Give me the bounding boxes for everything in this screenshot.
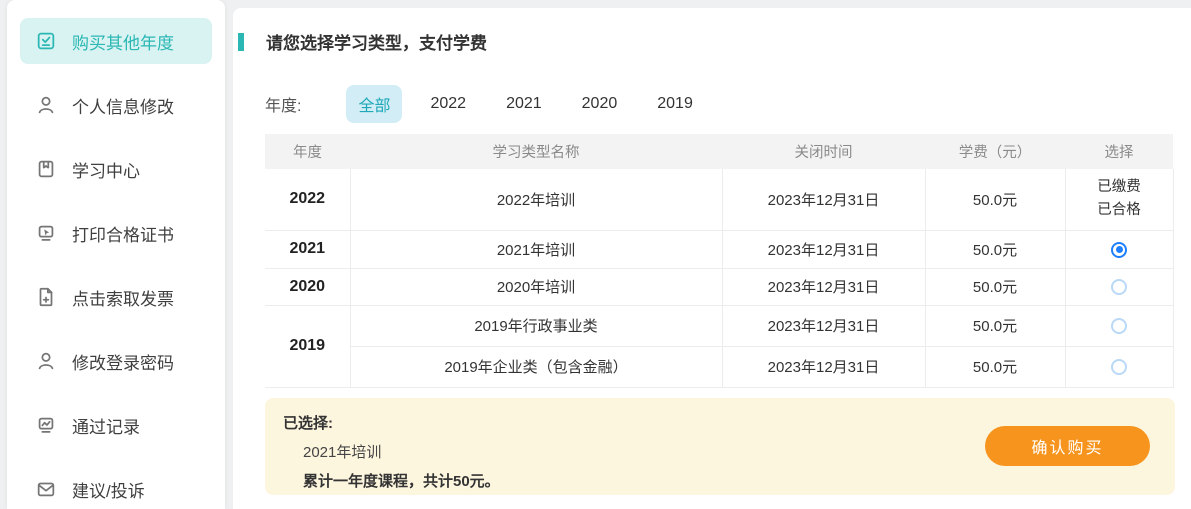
year-filter-option-2020[interactable]: 2020 xyxy=(582,95,618,113)
sidebar-item-change-password[interactable]: 修改登录密码 xyxy=(20,338,212,384)
close-time-cell: 2023年12月31日 xyxy=(722,230,925,268)
book-icon xyxy=(35,158,57,180)
course-name-cell: 2020年培训 xyxy=(350,268,722,305)
sidebar-item-learning-center[interactable]: 学习中心 xyxy=(20,146,212,192)
monitor-chart-icon xyxy=(35,414,57,436)
table-row-2019-enterprise: 2019年企业类（包含金融） 2023年12月31日 50.0元 xyxy=(265,346,1173,387)
sidebar-item-label: 购买其他年度 xyxy=(72,29,174,54)
year-cell: 2022 xyxy=(265,169,350,230)
user-icon xyxy=(35,350,57,372)
year-cell: 2021 xyxy=(265,230,350,268)
close-time-cell: 2023年12月31日 xyxy=(722,169,925,230)
status-paid-text: 已缴费 xyxy=(1067,176,1172,199)
status-cell: 已缴费 已合格 xyxy=(1065,169,1173,230)
year-cell: 2019 xyxy=(265,305,350,387)
monitor-cursor-icon xyxy=(35,222,57,244)
table-row-2019-admin: 2019 2019年行政事业类 2023年12月31日 50.0元 xyxy=(265,305,1173,346)
year-filter-option-2022[interactable]: 2022 xyxy=(430,95,466,113)
envelope-icon xyxy=(35,478,57,500)
select-cell xyxy=(1065,230,1173,268)
sidebar-item-pass-records[interactable]: 通过记录 xyxy=(20,402,212,448)
fee-cell: 50.0元 xyxy=(925,305,1065,346)
sidebar-item-personal-info[interactable]: 个人信息修改 xyxy=(20,82,212,128)
sidebar-item-label: 学习中心 xyxy=(72,157,140,182)
main-panel: 请您选择学习类型，支付学费 年度: 全部 2022 2021 2020 2019… xyxy=(233,8,1191,509)
sidebar-item-label: 点击索取发票 xyxy=(72,285,174,310)
sidebar-item-label: 修改登录密码 xyxy=(72,349,174,374)
page-title: 请您选择学习类型，支付学费 xyxy=(266,29,487,54)
column-header-fee: 学费（元） xyxy=(925,134,1065,169)
select-cell xyxy=(1065,346,1173,387)
fee-cell: 50.0元 xyxy=(925,346,1065,387)
title-accent-bar xyxy=(238,33,244,51)
summary-box: 已选择: 2021年培训 累计一年度课程，共计50元。 确认购买 xyxy=(265,398,1175,495)
column-header-close-time: 关闭时间 xyxy=(722,134,925,169)
course-name-cell: 2019年企业类（包含金融） xyxy=(350,346,722,387)
course-name-cell: 2021年培训 xyxy=(350,230,722,268)
year-filter-option-2021[interactable]: 2021 xyxy=(506,95,542,113)
column-header-select: 选择 xyxy=(1065,134,1173,169)
status-qualified-text: 已合格 xyxy=(1067,199,1172,222)
fee-cell: 50.0元 xyxy=(925,169,1065,230)
close-time-cell: 2023年12月31日 xyxy=(722,346,925,387)
sidebar-item-print-certificate[interactable]: 打印合格证书 xyxy=(20,210,212,256)
sidebar: 购买其他年度 个人信息修改 学习中心 打印合格证书 点击索取发票 xyxy=(7,0,225,509)
year-filter-option-all[interactable]: 全部 xyxy=(346,85,402,123)
year-filter-option-2019[interactable]: 2019 xyxy=(657,95,693,113)
radio-2020[interactable] xyxy=(1111,279,1127,295)
fee-cell: 50.0元 xyxy=(925,230,1065,268)
page: 购买其他年度 个人信息修改 学习中心 打印合格证书 点击索取发票 xyxy=(0,0,1191,509)
radio-2021-selected[interactable] xyxy=(1111,242,1127,258)
table-header-row: 年度 学习类型名称 关闭时间 学费（元） 选择 xyxy=(265,134,1173,169)
sidebar-item-request-invoice[interactable]: 点击索取发票 xyxy=(20,274,212,320)
close-time-cell: 2023年12月31日 xyxy=(722,305,925,346)
course-name-cell: 2019年行政事业类 xyxy=(350,305,722,346)
column-header-year: 年度 xyxy=(265,134,350,169)
page-title-row: 请您选择学习类型，支付学费 xyxy=(238,29,1175,54)
course-name-cell: 2022年培训 xyxy=(350,169,722,230)
select-cell xyxy=(1065,268,1173,305)
year-filter-label: 年度: xyxy=(265,92,301,116)
radio-2019-enterprise[interactable] xyxy=(1111,359,1127,375)
sidebar-item-label: 通过记录 xyxy=(72,413,140,438)
radio-2019-admin[interactable] xyxy=(1111,318,1127,334)
sidebar-item-suggestions[interactable]: 建议/投诉 xyxy=(20,466,212,509)
sidebar-item-label: 打印合格证书 xyxy=(72,221,174,246)
sidebar-item-buy-other-years[interactable]: 购买其他年度 xyxy=(20,18,212,64)
total-price-text: 累计一年度课程，共计50元。 xyxy=(303,470,1175,491)
close-time-cell: 2023年12月31日 xyxy=(722,268,925,305)
select-cell xyxy=(1065,305,1173,346)
user-icon xyxy=(35,94,57,116)
sidebar-item-label: 建议/投诉 xyxy=(72,477,145,502)
fee-cell: 50.0元 xyxy=(925,268,1065,305)
check-square-icon xyxy=(35,30,57,52)
table-row-2020: 2020 2020年培训 2023年12月31日 50.0元 xyxy=(265,268,1173,305)
course-table: 年度 学习类型名称 关闭时间 学费（元） 选择 2022 2022年培训 202… xyxy=(265,134,1174,388)
year-filter: 年度: 全部 2022 2021 2020 2019 xyxy=(265,85,1175,123)
column-header-course-name: 学习类型名称 xyxy=(350,134,722,169)
confirm-purchase-button[interactable]: 确认购买 xyxy=(985,426,1150,466)
table-row-2021: 2021 2021年培训 2023年12月31日 50.0元 xyxy=(265,230,1173,268)
table-row-2022: 2022 2022年培训 2023年12月31日 50.0元 已缴费 已合格 xyxy=(265,169,1173,230)
file-plus-icon xyxy=(35,286,57,308)
sidebar-item-label: 个人信息修改 xyxy=(72,93,174,118)
year-cell: 2020 xyxy=(265,268,350,305)
